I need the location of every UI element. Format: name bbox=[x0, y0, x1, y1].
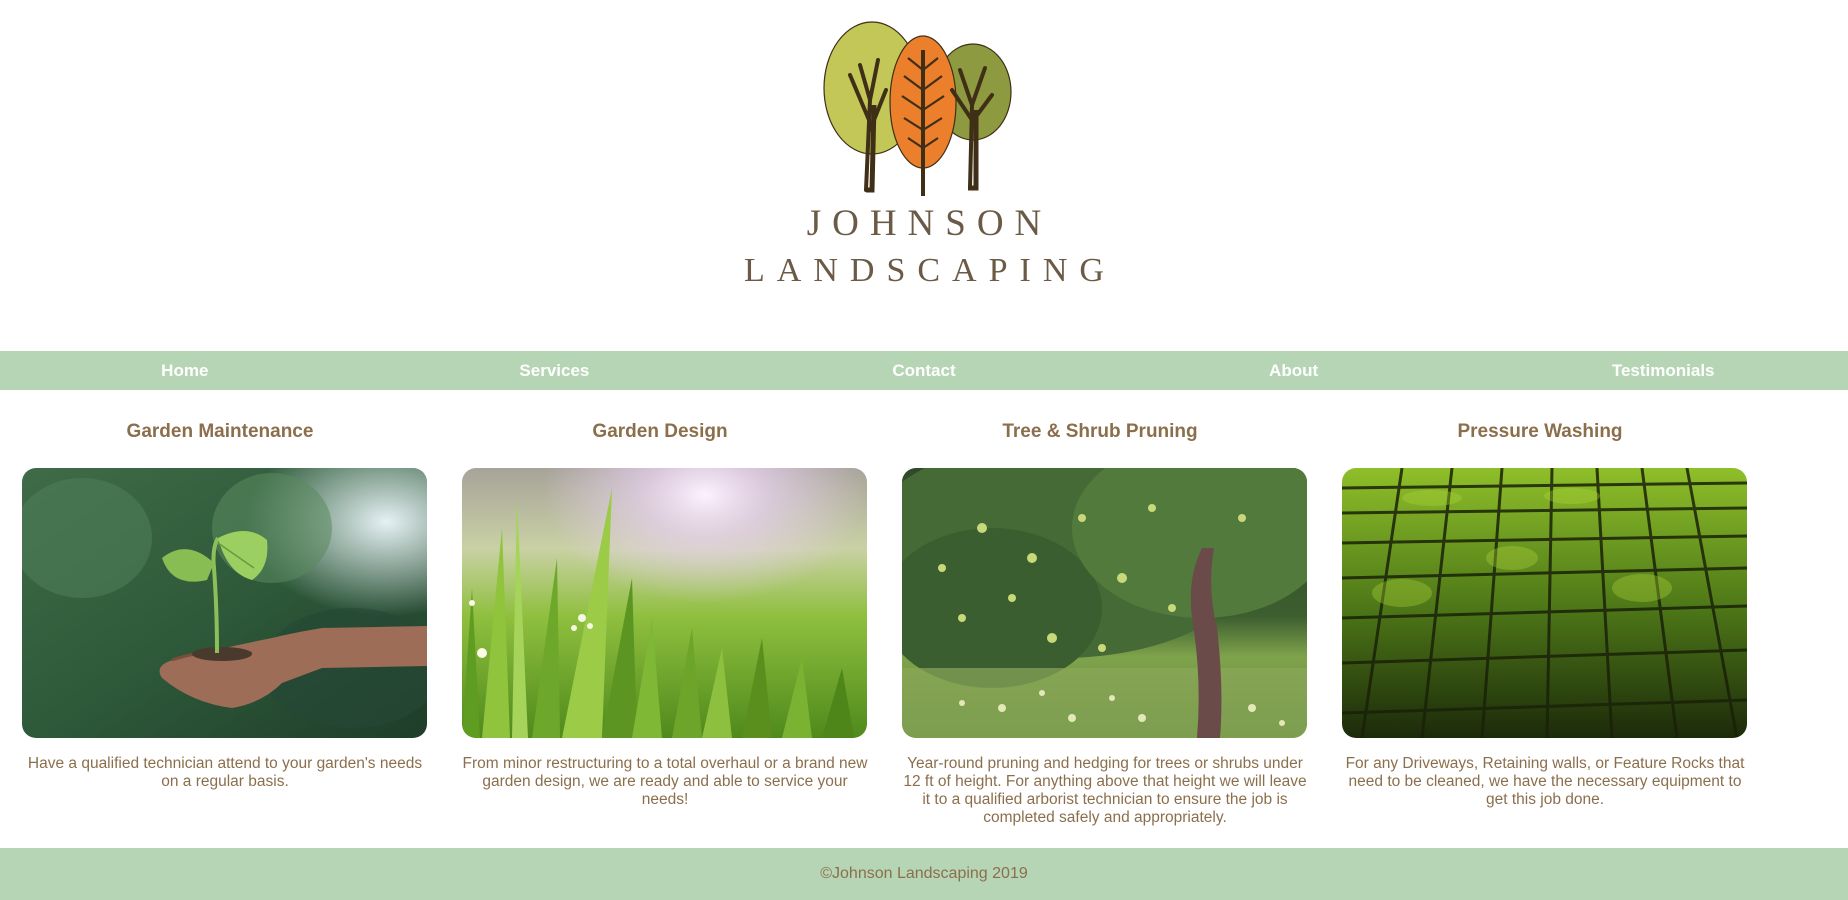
service-description: From minor restructuring to a total over… bbox=[462, 755, 868, 808]
service-title: Tree & Shrub Pruning bbox=[1002, 421, 1198, 442]
nav-item-contact[interactable]: Contact bbox=[739, 351, 1109, 390]
service-title: Pressure Washing bbox=[1457, 421, 1623, 442]
service-title: Garden Maintenance bbox=[126, 421, 314, 442]
mossy-pavers-image bbox=[1342, 468, 1747, 738]
service-description: Year-round pruning and hedging for trees… bbox=[903, 755, 1307, 826]
brand-name-line1: JOHNSON bbox=[806, 203, 1053, 244]
service-title: Garden Design bbox=[592, 421, 728, 442]
sunlit-grass-image bbox=[462, 468, 867, 738]
nav-item-testimonials[interactable]: Testimonials bbox=[1478, 351, 1848, 390]
apple-tree-image bbox=[902, 468, 1307, 738]
service-description: For any Driveways, Retaining walls, or F… bbox=[1345, 755, 1745, 808]
service-description: Have a qualified technician attend to yo… bbox=[27, 755, 423, 790]
logo-trees-icon bbox=[823, 21, 1012, 196]
nav-item-services[interactable]: Services bbox=[370, 351, 740, 390]
site-footer: ©Johnson Landscaping 2019 bbox=[0, 848, 1848, 900]
site-header: JOHNSON LANDSCAPING bbox=[0, 0, 1848, 351]
nav-item-about[interactable]: About bbox=[1109, 351, 1479, 390]
seedling-in-hand-image bbox=[22, 468, 427, 738]
main-nav: Home Services Contact About Testimonials bbox=[0, 351, 1848, 390]
brand-name-line2: LANDSCAPING bbox=[744, 252, 1116, 289]
footer-copyright: ©Johnson Landscaping 2019 bbox=[820, 865, 1028, 882]
nav-item-home[interactable]: Home bbox=[0, 351, 370, 390]
